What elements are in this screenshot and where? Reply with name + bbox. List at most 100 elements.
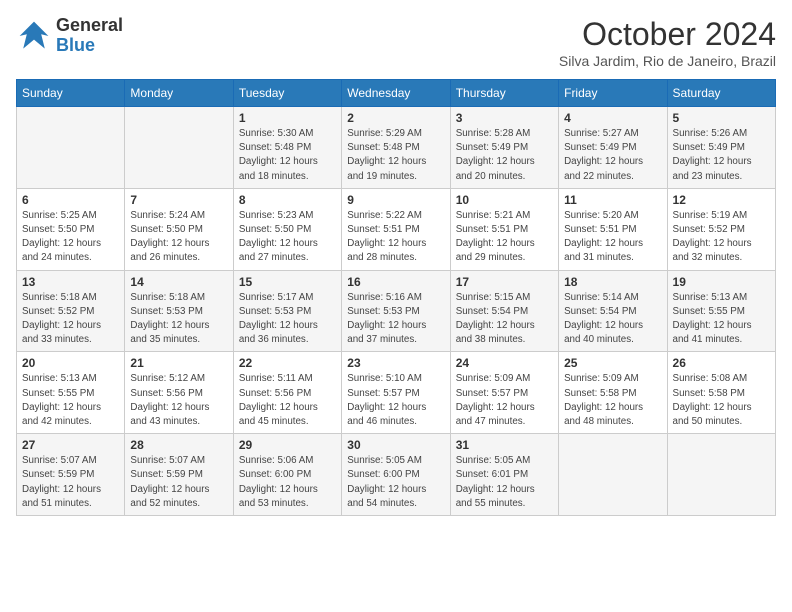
day-info: Sunrise: 5:28 AM Sunset: 5:49 PM Dayligh… <box>456 127 553 184</box>
logo: General Blue <box>16 16 123 56</box>
day-number: 14 <box>130 275 227 289</box>
calendar-header-row: SundayMondayTuesdayWednesdayThursdayFrid… <box>17 80 776 107</box>
calendar-cell: 10 Sunrise: 5:21 AM Sunset: 5:51 PM Dayli… <box>450 188 558 270</box>
calendar-cell: 21 Sunrise: 5:12 AM Sunset: 5:56 PM Dayli… <box>125 352 233 434</box>
calendar-cell: 9 Sunrise: 5:22 AM Sunset: 5:51 PM Daylig… <box>342 188 450 270</box>
calendar-week-4: 20 Sunrise: 5:13 AM Sunset: 5:55 PM Dayli… <box>17 352 776 434</box>
day-number: 11 <box>564 193 661 207</box>
calendar-cell: 20 Sunrise: 5:13 AM Sunset: 5:55 PM Dayli… <box>17 352 125 434</box>
calendar-week-1: 1Sunrise: 5:30 AM Sunset: 5:48 PM Daylig… <box>17 107 776 189</box>
calendar-cell: 14Sunrise: 5:18 AM Sunset: 5:53 PM Dayli… <box>125 270 233 352</box>
day-info: Sunrise: 5:05 AM Sunset: 6:01 PM Dayligh… <box>456 454 553 511</box>
day-info: Sunrise: 5:27 AM Sunset: 5:49 PM Dayligh… <box>564 127 661 184</box>
column-header-monday: Monday <box>125 80 233 107</box>
column-header-tuesday: Tuesday <box>233 80 341 107</box>
day-number: 16 <box>347 275 444 289</box>
calendar-week-3: 13 Sunrise: 5:18 AM Sunset: 5:52 PM Dayli… <box>17 270 776 352</box>
calendar-cell: 24 Sunrise: 5:09 AM Sunset: 5:57 PM Dayli… <box>450 352 558 434</box>
day-number: 24 <box>456 356 553 370</box>
day-number: 2 <box>347 111 444 125</box>
calendar-cell: 6 Sunrise: 5:25 AM Sunset: 5:50 PM Daylig… <box>17 188 125 270</box>
day-info: Sunrise: 5:21 AM Sunset: 5:51 PM Dayligh… <box>456 209 553 266</box>
calendar-body: 1Sunrise: 5:30 AM Sunset: 5:48 PM Daylig… <box>17 107 776 516</box>
calendar-cell: 5Sunrise: 5:26 AM Sunset: 5:49 PM Daylig… <box>667 107 775 189</box>
calendar-cell: 16 Sunrise: 5:16 AM Sunset: 5:53 PM Dayli… <box>342 270 450 352</box>
calendar-cell: 26Sunrise: 5:08 AM Sunset: 5:58 PM Dayli… <box>667 352 775 434</box>
day-info: Sunrise: 5:29 AM Sunset: 5:48 PM Dayligh… <box>347 127 444 184</box>
logo-icon <box>16 18 52 54</box>
calendar-cell <box>559 434 667 516</box>
calendar-cell: 27 Sunrise: 5:07 AM Sunset: 5:59 PM Dayli… <box>17 434 125 516</box>
day-number: 3 <box>456 111 553 125</box>
day-info: Sunrise: 5:16 AM Sunset: 5:53 PM Dayligh… <box>347 291 444 348</box>
calendar-cell: 1Sunrise: 5:30 AM Sunset: 5:48 PM Daylig… <box>233 107 341 189</box>
calendar-cell: 7 Sunrise: 5:24 AM Sunset: 5:50 PM Daylig… <box>125 188 233 270</box>
day-number: 25 <box>564 356 661 370</box>
calendar-cell: 19 Sunrise: 5:13 AM Sunset: 5:55 PM Dayli… <box>667 270 775 352</box>
day-number: 9 <box>347 193 444 207</box>
day-number: 21 <box>130 356 227 370</box>
day-number: 8 <box>239 193 336 207</box>
calendar-cell: 4 Sunrise: 5:27 AM Sunset: 5:49 PM Daylig… <box>559 107 667 189</box>
day-info: Sunrise: 5:14 AM Sunset: 5:54 PM Dayligh… <box>564 291 661 348</box>
day-info: Sunrise: 5:22 AM Sunset: 5:51 PM Dayligh… <box>347 209 444 266</box>
calendar-cell: 3 Sunrise: 5:28 AM Sunset: 5:49 PM Daylig… <box>450 107 558 189</box>
day-number: 22 <box>239 356 336 370</box>
day-info: Sunrise: 5:07 AM Sunset: 5:59 PM Dayligh… <box>22 454 119 511</box>
day-info: Sunrise: 5:13 AM Sunset: 5:55 PM Dayligh… <box>673 291 770 348</box>
column-header-wednesday: Wednesday <box>342 80 450 107</box>
day-info: Sunrise: 5:25 AM Sunset: 5:50 PM Dayligh… <box>22 209 119 266</box>
calendar-cell <box>125 107 233 189</box>
day-info: Sunrise: 5:23 AM Sunset: 5:50 PM Dayligh… <box>239 209 336 266</box>
title-block: October 2024 Silva Jardim, Rio de Janeir… <box>559 16 776 69</box>
day-info: Sunrise: 5:20 AM Sunset: 5:51 PM Dayligh… <box>564 209 661 266</box>
day-number: 26 <box>673 356 770 370</box>
calendar-cell: 17Sunrise: 5:15 AM Sunset: 5:54 PM Dayli… <box>450 270 558 352</box>
day-number: 23 <box>347 356 444 370</box>
column-header-thursday: Thursday <box>450 80 558 107</box>
column-header-friday: Friday <box>559 80 667 107</box>
calendar-cell <box>17 107 125 189</box>
day-number: 18 <box>564 275 661 289</box>
day-info: Sunrise: 5:07 AM Sunset: 5:59 PM Dayligh… <box>130 454 227 511</box>
day-info: Sunrise: 5:24 AM Sunset: 5:50 PM Dayligh… <box>130 209 227 266</box>
day-number: 27 <box>22 438 119 452</box>
location: Silva Jardim, Rio de Janeiro, Brazil <box>559 53 776 69</box>
calendar-cell: 8 Sunrise: 5:23 AM Sunset: 5:50 PM Daylig… <box>233 188 341 270</box>
day-info: Sunrise: 5:09 AM Sunset: 5:57 PM Dayligh… <box>456 372 553 429</box>
day-number: 4 <box>564 111 661 125</box>
day-number: 20 <box>22 356 119 370</box>
day-info: Sunrise: 5:05 AM Sunset: 6:00 PM Dayligh… <box>347 454 444 511</box>
calendar-cell: 23 Sunrise: 5:10 AM Sunset: 5:57 PM Dayli… <box>342 352 450 434</box>
day-number: 29 <box>239 438 336 452</box>
logo-text: General Blue <box>56 16 123 56</box>
day-number: 19 <box>673 275 770 289</box>
day-info: Sunrise: 5:15 AM Sunset: 5:54 PM Dayligh… <box>456 291 553 348</box>
day-info: Sunrise: 5:19 AM Sunset: 5:52 PM Dayligh… <box>673 209 770 266</box>
calendar-cell: 25Sunrise: 5:09 AM Sunset: 5:58 PM Dayli… <box>559 352 667 434</box>
day-info: Sunrise: 5:26 AM Sunset: 5:49 PM Dayligh… <box>673 127 770 184</box>
calendar-cell: 12 Sunrise: 5:19 AM Sunset: 5:52 PM Dayli… <box>667 188 775 270</box>
calendar-cell: 11 Sunrise: 5:20 AM Sunset: 5:51 PM Dayli… <box>559 188 667 270</box>
column-header-sunday: Sunday <box>17 80 125 107</box>
day-number: 6 <box>22 193 119 207</box>
page-header: General Blue October 2024 Silva Jardim, … <box>16 16 776 69</box>
calendar-week-5: 27 Sunrise: 5:07 AM Sunset: 5:59 PM Dayli… <box>17 434 776 516</box>
day-info: Sunrise: 5:18 AM Sunset: 5:52 PM Dayligh… <box>22 291 119 348</box>
calendar-cell: 18 Sunrise: 5:14 AM Sunset: 5:54 PM Dayli… <box>559 270 667 352</box>
calendar-cell: 15Sunrise: 5:17 AM Sunset: 5:53 PM Dayli… <box>233 270 341 352</box>
day-number: 10 <box>456 193 553 207</box>
day-number: 7 <box>130 193 227 207</box>
day-info: Sunrise: 5:06 AM Sunset: 6:00 PM Dayligh… <box>239 454 336 511</box>
calendar-cell: 13 Sunrise: 5:18 AM Sunset: 5:52 PM Dayli… <box>17 270 125 352</box>
day-info: Sunrise: 5:12 AM Sunset: 5:56 PM Dayligh… <box>130 372 227 429</box>
calendar-cell: 22Sunrise: 5:11 AM Sunset: 5:56 PM Dayli… <box>233 352 341 434</box>
calendar-cell: 2 Sunrise: 5:29 AM Sunset: 5:48 PM Daylig… <box>342 107 450 189</box>
day-number: 13 <box>22 275 119 289</box>
day-number: 1 <box>239 111 336 125</box>
day-info: Sunrise: 5:10 AM Sunset: 5:57 PM Dayligh… <box>347 372 444 429</box>
day-info: Sunrise: 5:13 AM Sunset: 5:55 PM Dayligh… <box>22 372 119 429</box>
calendar-cell: 29 Sunrise: 5:06 AM Sunset: 6:00 PM Dayli… <box>233 434 341 516</box>
day-number: 12 <box>673 193 770 207</box>
calendar-cell <box>667 434 775 516</box>
